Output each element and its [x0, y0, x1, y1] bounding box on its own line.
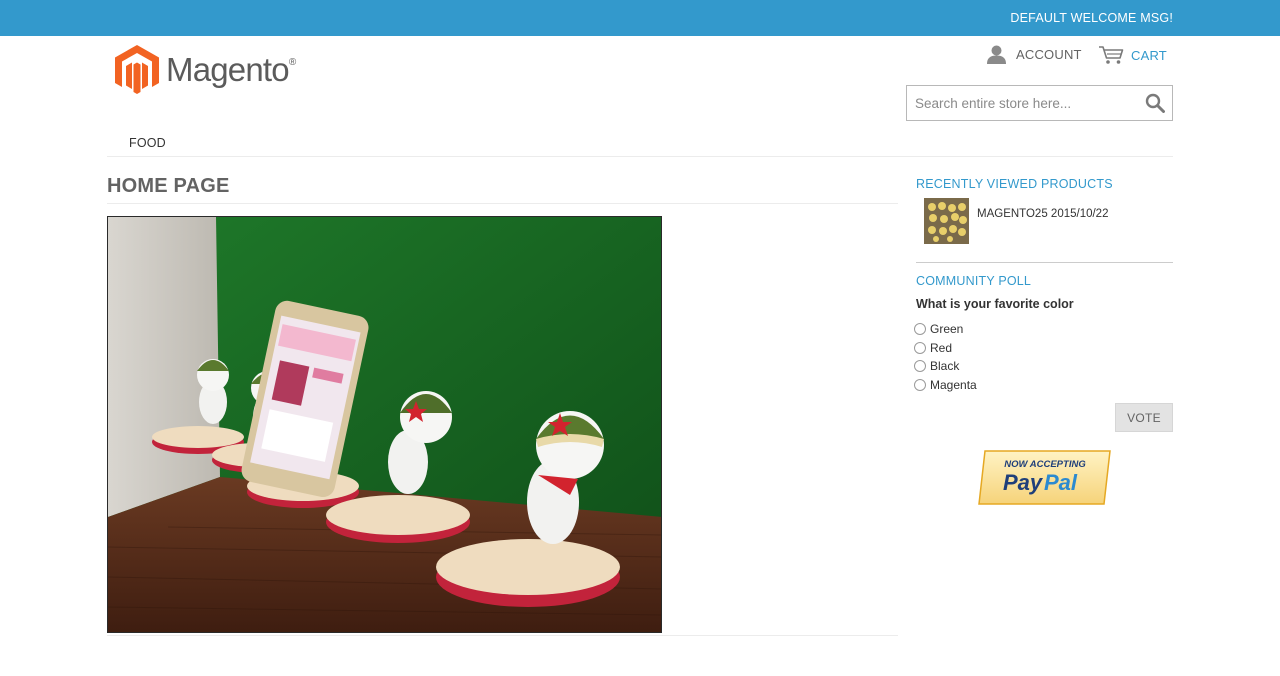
- search-box: [906, 85, 1173, 121]
- poll-radio-green[interactable]: [914, 323, 926, 335]
- poll-radio-magenta[interactable]: [914, 379, 926, 391]
- paypal-badge[interactable]: NOW ACCEPTING Pay Pal: [977, 450, 1112, 505]
- poll-radio-black[interactable]: [914, 360, 926, 372]
- poll-option-black[interactable]: Black: [914, 359, 959, 373]
- account-label: ACCOUNT: [1016, 47, 1082, 62]
- top-bar: DEFAULT WELCOME MSG!: [0, 0, 1280, 36]
- paypal-brand-a: Pay: [1003, 470, 1044, 495]
- search-button[interactable]: [1145, 93, 1165, 118]
- hero-photo-illustration: [108, 217, 661, 632]
- paypal-top-text: NOW ACCEPTING: [1004, 459, 1086, 470]
- cart-label: CART: [1131, 47, 1167, 63]
- page-title: HOME PAGE: [107, 175, 230, 197]
- sidebar-divider: [916, 262, 1173, 263]
- logo-registered-mark: ®: [288, 57, 296, 68]
- main-navigation: FOOD: [107, 133, 1173, 157]
- community-poll-title: COMMUNITY POLL: [916, 274, 1032, 288]
- poll-option-red[interactable]: Red: [914, 341, 952, 355]
- content-divider: [107, 635, 898, 636]
- logo-text: Magento: [166, 51, 290, 88]
- logo-wordmark: Magento®: [166, 51, 296, 89]
- recently-viewed-title: RECENTLY VIEWED PRODUCTS: [916, 177, 1113, 191]
- nav-item-food[interactable]: FOOD: [129, 136, 166, 150]
- poll-option-label: Red: [930, 341, 953, 355]
- poll-option-green[interactable]: Green: [914, 322, 963, 336]
- recently-viewed-thumbnail[interactable]: [924, 198, 969, 244]
- poll-option-label: Black: [930, 359, 960, 373]
- product-thumbnail-image: [924, 198, 969, 244]
- cart-icon: [1099, 46, 1124, 64]
- paypal-logo-icon: NOW ACCEPTING Pay Pal: [978, 450, 1111, 505]
- poll-question: What is your favorite color: [916, 297, 1074, 311]
- poll-radio-red[interactable]: [914, 342, 926, 354]
- poll-option-label: Magenta: [930, 378, 977, 392]
- account-link[interactable]: ACCOUNT: [986, 45, 1082, 64]
- title-divider: [107, 203, 898, 204]
- account-icon: [987, 45, 1006, 64]
- paypal-brand-b: Pal: [1044, 470, 1078, 495]
- hero-image: [107, 216, 662, 633]
- poll-option-magenta[interactable]: Magenta: [914, 378, 977, 392]
- search-input[interactable]: [907, 86, 1143, 120]
- poll-option-label: Green: [930, 322, 964, 336]
- recently-viewed-product-link[interactable]: MAGENTO25 2015/10/22: [977, 208, 1108, 220]
- vote-button[interactable]: VOTE: [1115, 403, 1173, 432]
- magento-logo-icon: [115, 45, 159, 94]
- welcome-message: DEFAULT WELCOME MSG!: [1010, 11, 1173, 25]
- cart-link[interactable]: CART: [1098, 45, 1167, 65]
- search-icon: [1145, 93, 1165, 113]
- store-logo[interactable]: Magento®: [114, 44, 296, 96]
